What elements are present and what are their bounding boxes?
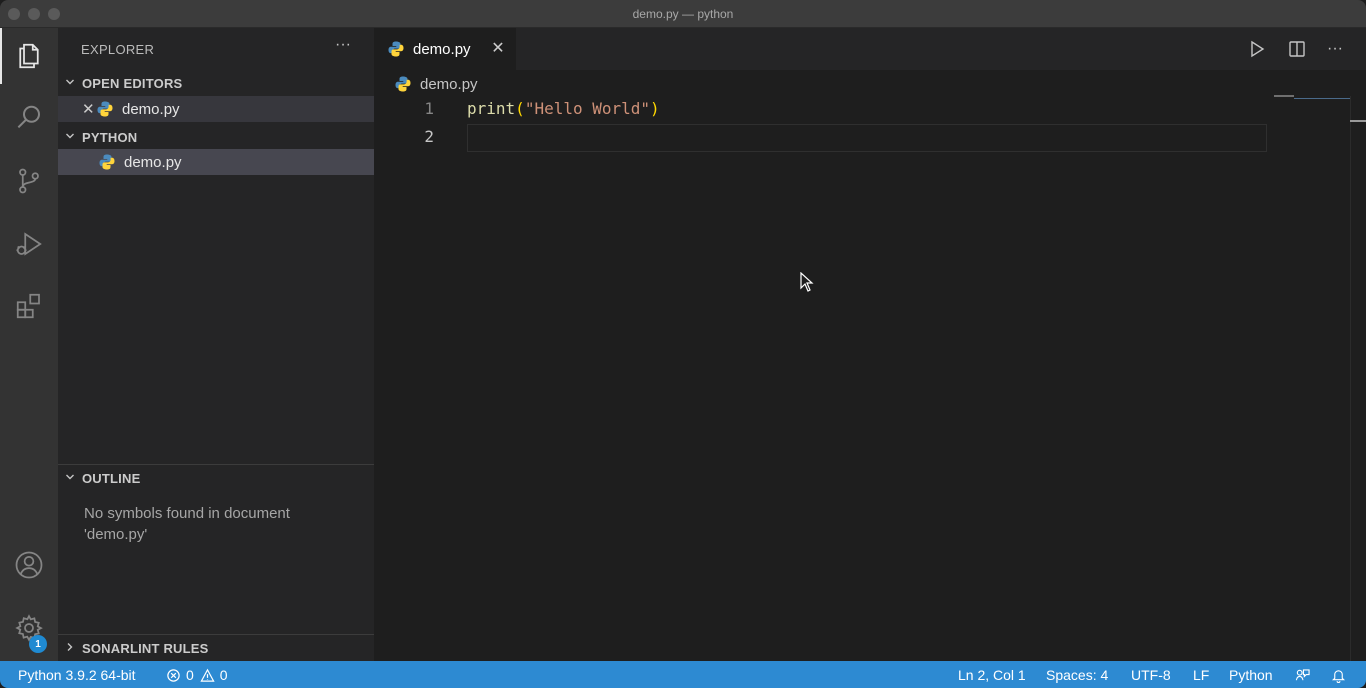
close-tab-icon[interactable]: ✕ [488,38,508,58]
sidebar-title: EXPLORER [81,42,155,57]
feedback-icon [1295,668,1310,680]
vscode-window: demo.py — python 1 EXPLORER ··· OPEN EDI… [0,0,1366,688]
code-line[interactable]: print("Hello World") [467,99,660,118]
cursor-position-status[interactable]: Ln 2, Col 1 [958,666,1026,684]
code-function-token: print [467,99,516,118]
problems-status[interactable]: 0 0 [166,666,228,684]
vertical-scrollbar[interactable] [1350,96,1366,661]
error-icon [167,668,180,682]
bell-icon [1331,669,1346,683]
split-editor-button[interactable] [1286,38,1308,60]
editor-tab-bar: demo.py ✕ ··· [374,28,1366,70]
title-bar: demo.py — python [0,0,1366,28]
chevron-down-icon [58,471,82,486]
editor-more-actions-button[interactable]: ··· [1324,38,1346,60]
python-file-icon [97,101,113,117]
files-icon [19,43,39,69]
run-python-file-button[interactable] [1246,38,1268,60]
editor-area: demo.py ✕ ··· demo.py 1 2 print("Hello W… [374,28,1366,661]
close-editor-icon[interactable]: ✕ [82,100,96,118]
open-editor-item[interactable]: ✕ demo.py [58,96,374,122]
sonarlint-rules-label: SONARLINT RULES [82,640,209,656]
open-editors-section-header[interactable]: OPEN EDITORS [58,70,374,96]
outline-label: OUTLINE [82,470,141,486]
explorer-sidebar: EXPLORER ··· OPEN EDITORS ✕ demo.py PYTH… [58,28,374,661]
outline-empty-message: No symbols found in document 'demo.py' [84,505,290,543]
line-number: 2 [424,127,434,146]
line-number: 1 [424,99,434,118]
sidebar-header: EXPLORER ··· [58,28,374,68]
python-file-icon [99,154,115,170]
status-bar: Python 3.9.2 64-bit 0 0 Ln 2, Col 1 Spac… [0,661,1366,688]
breadcrumb-file: demo.py [420,75,478,93]
search-icon [17,105,40,129]
chevron-down-icon [58,76,82,91]
file-tree-item-label: demo.py [124,153,182,171]
code-string-token: "Hello World" [524,99,651,118]
run-debug-icon [16,232,42,256]
language-mode-status[interactable]: Python [1229,666,1273,684]
open-editors-label: OPEN EDITORS [82,75,183,91]
sidebar-more-actions-button[interactable]: ··· [332,36,354,60]
python-interpreter-status[interactable]: Python 3.9.2 64-bit [18,666,136,684]
extensions-icon [16,293,40,319]
extensions-activity[interactable] [0,278,58,334]
python-file-icon [395,76,411,92]
code-line[interactable] [467,127,1257,149]
account-icon [15,551,43,579]
search-activity[interactable] [0,90,58,146]
file-tree-item[interactable]: demo.py [58,149,374,175]
minimap-viewport-edge [1294,98,1350,99]
explorer-activity[interactable] [0,28,58,84]
error-count: 0 [186,667,194,683]
source-control-activity[interactable] [0,153,58,209]
feedback-button[interactable] [1295,666,1310,684]
warning-count: 0 [219,667,228,683]
play-icon [1251,40,1265,58]
window-title: demo.py — python [632,7,734,21]
split-editor-icon [1289,41,1305,57]
chevron-right-icon [58,641,82,656]
editor-tab-demo-py[interactable]: demo.py ✕ [374,28,516,70]
breadcrumb[interactable]: demo.py [394,74,478,94]
sonarlint-rules-section-header[interactable]: SONARLINT RULES [58,635,374,661]
tab-label: demo.py [413,40,471,58]
chevron-down-icon [58,130,82,145]
mouse-pointer-icon [800,272,814,292]
run-debug-activity[interactable] [0,216,58,272]
manage-activity[interactable]: 1 [0,600,58,656]
settings-badge: 1 [29,635,47,653]
code-paren-token: ) [650,99,660,118]
open-editor-label: demo.py [122,100,180,118]
accounts-activity[interactable] [0,537,58,593]
code-paren-token: ( [515,99,525,118]
python-folder-label: PYTHON [82,129,138,145]
warning-icon [200,668,215,682]
notifications-button[interactable] [1331,666,1346,684]
eol-status[interactable]: LF [1193,666,1209,684]
activity-bar: 1 [0,28,58,661]
outline-section-header[interactable]: OUTLINE [58,465,374,491]
encoding-status[interactable]: UTF-8 [1131,666,1171,684]
source-control-icon [19,168,39,194]
cursor-position-marker [1350,120,1366,122]
minimap[interactable] [1274,95,1294,97]
python-folder-section-header[interactable]: PYTHON [58,124,374,150]
indentation-status[interactable]: Spaces: 4 [1046,666,1108,684]
python-file-icon [388,41,404,57]
